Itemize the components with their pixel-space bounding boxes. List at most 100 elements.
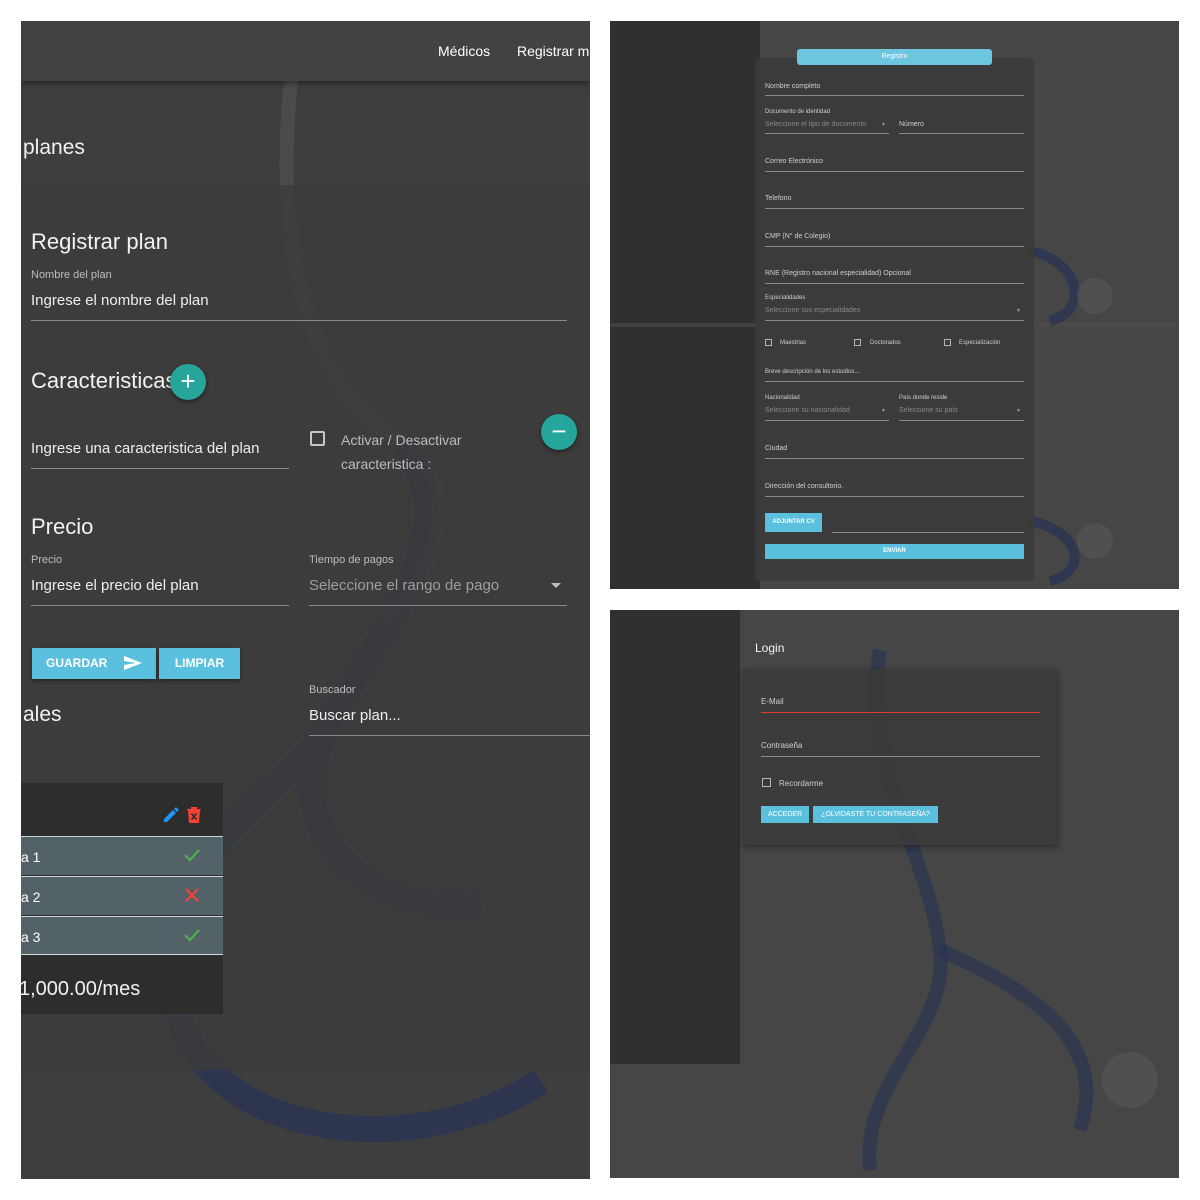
payment-period-underline <box>309 605 567 606</box>
phone-underline <box>765 208 1024 209</box>
page-title: planes <box>23 136 85 159</box>
cross-icon <box>185 888 199 902</box>
password-underline <box>761 756 1040 757</box>
remember-checkbox[interactable] <box>762 778 771 787</box>
features-title: Caracteristicas <box>31 368 177 393</box>
price-label: Precio <box>31 554 63 566</box>
search-label: Buscador <box>309 684 356 696</box>
email-input[interactable]: Correo Electrónico <box>765 158 823 165</box>
specialties-label: Especialidades <box>765 295 806 301</box>
country-select[interactable]: Seleccione su país <box>899 407 958 414</box>
login-button[interactable]: ACCEDER <box>761 806 809 823</box>
full-name-input[interactable]: Nombre completo <box>765 83 820 90</box>
payment-period-label: Tiempo de pagos <box>309 554 394 566</box>
plan-card: a 1 a 2 a 3 1,000.00/mes <box>21 783 223 1014</box>
city-input[interactable]: Ciudad <box>765 445 787 452</box>
rne-underline <box>765 283 1024 284</box>
plans-list-title: ales <box>23 703 62 726</box>
office-address-underline <box>765 496 1024 497</box>
remove-feature-button[interactable]: − <box>541 414 577 450</box>
attach-cv-button[interactable]: ADJUNTAR CV <box>765 513 822 532</box>
price-underline <box>31 605 289 606</box>
feature-active-checkbox[interactable] <box>310 431 325 446</box>
studies-label-especializacion: Especialización <box>959 340 1001 346</box>
plan-feature-row: a 3 <box>21 916 223 955</box>
save-button-label: GUARDAR <box>46 656 108 670</box>
register-header-tab: Registro <box>797 49 992 65</box>
dropdown-caret-icon[interactable]: ▼ <box>881 122 886 128</box>
studies-checkbox-maestrias[interactable] <box>765 339 772 346</box>
country-underline <box>899 420 1024 421</box>
top-navbar: Médicos Registrar m <box>21 21 590 81</box>
plan-feature-row: a 1 <box>21 836 223 875</box>
rne-input[interactable]: RNE (Registro nacional especialidad) Opc… <box>765 270 911 277</box>
edit-icon[interactable] <box>162 806 180 824</box>
send-icon <box>124 656 142 670</box>
save-button[interactable]: GUARDAR <box>32 648 156 679</box>
plan-feature-text: a 1 <box>21 849 41 865</box>
dropdown-caret-icon[interactable] <box>551 583 561 588</box>
form-title: Registrar plan <box>31 229 168 254</box>
cv-file-underline <box>832 532 1024 533</box>
delete-icon[interactable] <box>187 806 201 824</box>
nav-link-medicos[interactable]: Médicos <box>438 43 490 59</box>
cmp-input[interactable]: CMP (N° de Colegio) <box>765 233 830 240</box>
add-feature-button[interactable]: + <box>170 364 206 400</box>
studies-checkbox-doctorados[interactable] <box>854 339 861 346</box>
document-type-select[interactable]: Seleccione el tipo de documento <box>765 121 866 128</box>
email-underline <box>765 171 1024 172</box>
dropdown-caret-icon[interactable]: ▼ <box>1016 308 1021 314</box>
register-panel: Registro Nombre completo Documento de id… <box>610 21 1179 589</box>
specialties-select[interactable]: Seleccione sus especialidades <box>765 307 860 314</box>
nationality-label: Nacionalidad <box>765 395 800 401</box>
plan-price: 1,000.00/mes <box>21 978 141 1000</box>
country-label: País donde reside <box>899 395 948 401</box>
check-icon <box>184 849 200 862</box>
price-title: Precio <box>31 514 94 539</box>
nationality-select[interactable]: Seleccione su nacionalidad <box>765 407 850 414</box>
nav-link-registrar[interactable]: Registrar m <box>517 43 589 59</box>
payment-period-select[interactable]: Seleccione el rango de pago <box>309 577 499 594</box>
email-underline-invalid <box>761 712 1040 713</box>
studies-label-maestrias: Maestrias <box>780 340 807 346</box>
clear-button[interactable]: LIMPIAR <box>159 648 240 679</box>
nationality-underline <box>765 420 889 421</box>
plan-name-underline <box>31 320 567 321</box>
studies-description-input[interactable]: Breve descripción de los estudios... <box>765 369 859 375</box>
price-input[interactable]: Ingrese el precio del plan <box>31 577 199 594</box>
email-input[interactable]: E-Mail <box>761 697 784 706</box>
office-address-input[interactable]: Dirección del consultorio. <box>765 483 843 490</box>
feature-input[interactable]: Ingrese una caracteristica del plan <box>31 440 259 457</box>
document-number-input[interactable]: Número <box>899 121 924 128</box>
check-icon <box>184 929 200 942</box>
feature-toggle-label: Activar / Desactivar caracteristica : <box>341 432 462 472</box>
studies-label-doctorados: Doctorados <box>870 340 901 346</box>
document-label: Documento de identidad <box>765 109 831 115</box>
plan-feature-text: a 2 <box>21 889 41 905</box>
plan-feature-row: a 2 <box>21 876 223 915</box>
city-underline <box>765 458 1024 459</box>
plans-panel: Médicos Registrar m planes Registrar pla… <box>21 21 590 1179</box>
submit-button[interactable]: ENVIAR <box>765 544 1024 559</box>
phone-input[interactable]: Telefono <box>765 195 791 202</box>
cmp-underline <box>765 246 1024 247</box>
dropdown-caret-icon[interactable]: ▼ <box>881 408 886 414</box>
search-input[interactable]: Buscar plan... <box>309 707 401 724</box>
specialties-underline <box>765 320 1024 321</box>
plan-name-input[interactable]: Ingrese el nombre del plan <box>31 292 209 309</box>
feature-underline <box>31 468 289 469</box>
search-underline <box>309 735 590 736</box>
full-name-underline <box>765 95 1024 96</box>
plan-name-label: Nombre del plan <box>31 269 112 281</box>
plan-feature-text: a 3 <box>21 929 41 945</box>
document-number-underline <box>899 133 1024 134</box>
login-panel: Login E-Mail Contraseña Recordarme ACCED… <box>610 610 1179 1178</box>
studies-checkbox-especializacion[interactable] <box>944 339 951 346</box>
forgot-password-button[interactable]: ¿OLVIDASTE TU CONTRASEÑA? <box>813 806 938 823</box>
password-input[interactable]: Contraseña <box>761 741 802 750</box>
remember-label: Recordarme <box>779 779 824 788</box>
dropdown-caret-icon[interactable]: ▼ <box>1016 408 1021 414</box>
studies-description-underline <box>765 381 1024 382</box>
document-type-underline <box>765 133 889 134</box>
login-title: Login <box>755 641 785 655</box>
